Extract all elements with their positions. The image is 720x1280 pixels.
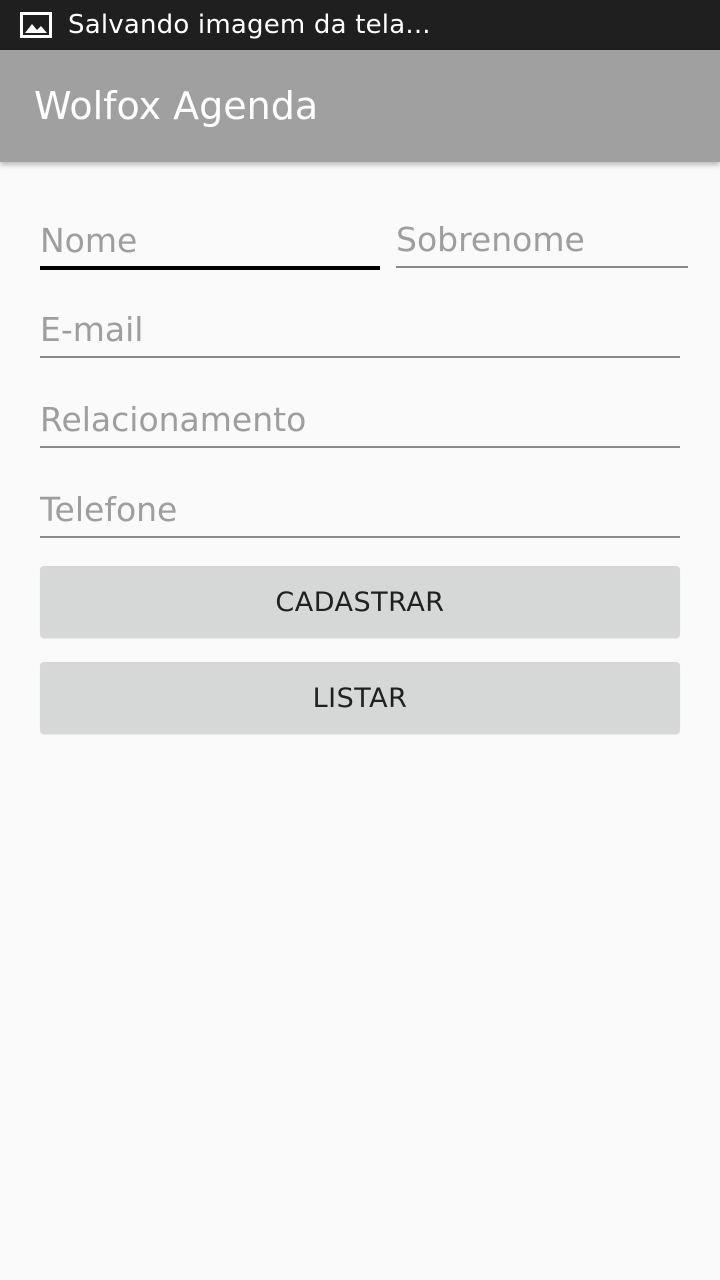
image-icon bbox=[20, 12, 52, 38]
telefone-underline bbox=[40, 536, 680, 538]
app-bar: Wolfox Agenda bbox=[0, 50, 720, 162]
telefone-field[interactable] bbox=[40, 480, 680, 538]
relacionamento-input[interactable] bbox=[40, 390, 680, 448]
email-underline bbox=[40, 356, 680, 358]
nome-input[interactable] bbox=[40, 210, 380, 270]
sobrenome-underline bbox=[396, 266, 688, 268]
email-input[interactable] bbox=[40, 300, 680, 358]
relacionamento-field[interactable] bbox=[40, 390, 680, 448]
app-title: Wolfox Agenda bbox=[34, 84, 319, 128]
nome-underline bbox=[40, 266, 380, 270]
nome-field[interactable] bbox=[40, 210, 380, 270]
relacionamento-underline bbox=[40, 446, 680, 448]
listar-button[interactable]: LISTAR bbox=[40, 662, 680, 734]
sobrenome-field[interactable] bbox=[396, 210, 688, 268]
sobrenome-input[interactable] bbox=[396, 210, 688, 268]
status-text: Salvando imagem da tela... bbox=[68, 10, 431, 40]
cadastrar-button[interactable]: CADASTRAR bbox=[40, 566, 680, 638]
status-bar: Salvando imagem da tela... bbox=[0, 0, 720, 50]
email-field[interactable] bbox=[40, 300, 680, 358]
telefone-input[interactable] bbox=[40, 480, 680, 538]
